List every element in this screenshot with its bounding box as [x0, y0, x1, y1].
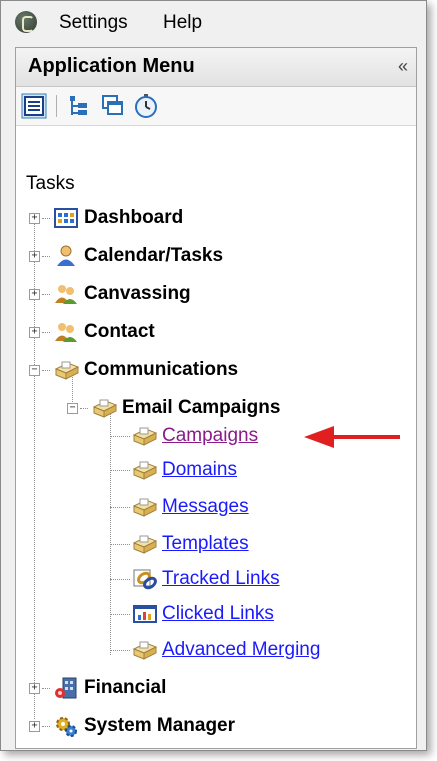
tree-item-advanced-merging[interactable]: Advanced Merging — [110, 637, 320, 663]
tree-item-dashboard[interactable]: Dashboard — [42, 205, 183, 231]
tree-item-calendar-tasks[interactable]: Calendar/Tasks — [42, 243, 223, 269]
mail-folder-icon — [92, 397, 118, 419]
menu-help[interactable]: Help — [163, 12, 202, 34]
stopwatch-icon[interactable] — [133, 93, 159, 119]
tree-item-tracked-links[interactable]: Tracked Links — [110, 566, 280, 592]
app-logo-icon[interactable] — [15, 11, 37, 33]
people-icon — [54, 283, 78, 305]
tree-item-templates[interactable]: Templates — [110, 531, 249, 557]
expand-contact-button[interactable]: + — [29, 327, 40, 338]
building-money-icon — [54, 677, 78, 699]
tree-item-label: Communications — [84, 359, 239, 380]
mail-folder-icon — [132, 425, 158, 447]
tree-item-contact[interactable]: Contact — [42, 319, 155, 345]
mail-folder-icon — [132, 639, 158, 661]
expand-calendar-button[interactable]: + — [29, 251, 40, 262]
expand-dashboard-button[interactable]: + — [29, 213, 40, 224]
mail-folder-icon — [54, 359, 80, 381]
campaigns-link[interactable]: Campaigns — [162, 425, 258, 447]
tree-item-financial[interactable]: Financial — [42, 675, 166, 701]
panel-toolbar — [16, 87, 416, 126]
collapse-panel-button[interactable]: « — [398, 56, 408, 77]
gears-icon — [54, 715, 78, 737]
expand-canvassing-button[interactable]: + — [29, 289, 40, 300]
windows-icon[interactable] — [100, 93, 126, 119]
tree-item-label: Email Campaigns — [122, 397, 281, 418]
mail-folder-icon — [132, 533, 158, 555]
domains-link[interactable]: Domains — [162, 459, 237, 481]
calendar-grid-icon — [54, 207, 78, 229]
advanced-merging-link[interactable]: Advanced Merging — [162, 639, 320, 661]
messages-link[interactable]: Messages — [162, 496, 249, 518]
chart-window-icon — [132, 603, 157, 625]
expand-financial-button[interactable]: + — [29, 683, 40, 694]
tree-item-label: System Manager — [84, 715, 236, 736]
tree-item-messages[interactable]: Messages — [110, 494, 249, 520]
tree-item-email-campaigns[interactable]: Email Campaigns — [80, 395, 280, 421]
mail-folder-icon — [132, 459, 158, 481]
templates-link[interactable]: Templates — [162, 533, 249, 555]
tree-view-icon[interactable] — [66, 93, 92, 119]
toolbar-separator — [56, 95, 57, 117]
panel-header: Application Menu « — [16, 48, 416, 87]
tree-item-communications[interactable]: Communications — [42, 357, 238, 383]
menu-settings[interactable]: Settings — [59, 12, 128, 34]
people-icon — [54, 321, 78, 343]
tree-item-label: Canvassing — [84, 283, 191, 304]
tree-item-label: Calendar/Tasks — [84, 245, 224, 266]
clicked-links-link[interactable]: Clicked Links — [162, 603, 274, 625]
tree-item-campaigns[interactable]: Campaigns — [110, 423, 258, 449]
expand-system-manager-button[interactable]: + — [29, 721, 40, 732]
tasks-label: Tasks — [26, 173, 75, 194]
tree-item-label: Contact — [84, 321, 155, 342]
tree-item-domains[interactable]: Domains — [110, 457, 237, 483]
tree-item-label: Financial — [84, 677, 167, 698]
tree-item-canvassing[interactable]: Canvassing — [42, 281, 191, 307]
person-icon — [54, 245, 78, 267]
mail-folder-icon — [132, 496, 158, 518]
tree-item-label: Dashboard — [84, 207, 184, 228]
tree-item-clicked-links[interactable]: Clicked Links — [110, 601, 274, 627]
annotation-arrow-icon — [304, 426, 400, 448]
tree-item-system-manager[interactable]: System Manager — [42, 713, 235, 739]
tracked-links-link[interactable]: Tracked Links — [162, 568, 280, 590]
list-view-icon[interactable] — [21, 93, 47, 119]
panel-title: Application Menu — [28, 55, 195, 77]
collapse-email-campaigns-button[interactable]: − — [67, 403, 78, 414]
menu-bar: Settings Help — [1, 1, 426, 45]
collapse-communications-button[interactable]: − — [29, 365, 40, 376]
chain-link-icon — [132, 568, 157, 590]
